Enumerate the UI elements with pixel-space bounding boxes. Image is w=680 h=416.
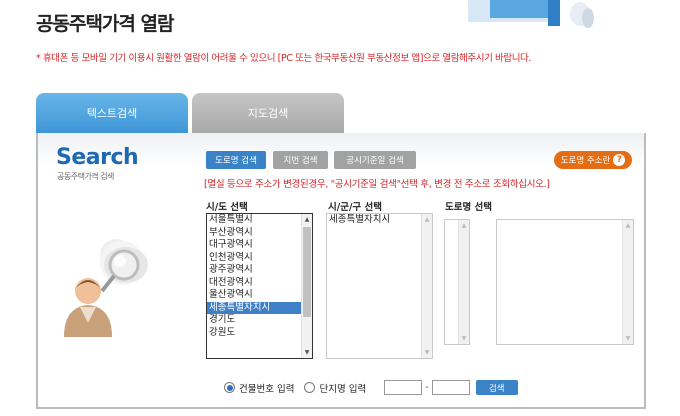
sido-scrollbar[interactable]: ▲ ▼	[301, 214, 312, 358]
scroll-thumb[interactable]	[303, 227, 311, 317]
road-initial-listbox[interactable]: ▲ ▼	[444, 219, 470, 345]
sido-option[interactable]: 대구광역시	[207, 239, 312, 252]
scroll-down-icon[interactable]: ▼	[623, 333, 633, 344]
scroll-up-icon[interactable]: ▲	[623, 220, 633, 231]
scroll-up-icon[interactable]: ▲	[459, 220, 469, 231]
road-label: 도로명 선택	[445, 202, 493, 213]
help-icon: ?	[613, 154, 626, 166]
sido-option[interactable]: 부산광역시	[207, 227, 312, 240]
building-sub-number-input[interactable]	[431, 380, 470, 395]
building-number-radio[interactable]	[224, 382, 235, 393]
scroll-down-icon[interactable]: ▼	[459, 333, 469, 344]
tab-text-search[interactable]: 텍스트검색	[36, 93, 188, 133]
base-date-search-button[interactable]: 공시기준일 검색	[334, 151, 416, 169]
sido-label: 시/도 선택	[206, 202, 248, 213]
sido-option[interactable]: 인천광역시	[207, 252, 312, 265]
lot-number-search-button[interactable]: 지번 검색	[273, 151, 328, 169]
road-name-scrollbar[interactable]: ▲ ▼	[622, 220, 633, 344]
sido-option[interactable]: 서울특별시	[207, 214, 312, 227]
sigungu-option[interactable]: 세종특별자치시	[327, 214, 432, 227]
tab-map-search[interactable]: 지도검색	[192, 93, 344, 133]
road-name-search-button[interactable]: 도로명 검색	[206, 151, 266, 169]
sido-option[interactable]: 광주광역시	[207, 264, 312, 277]
building-main-number-input[interactable]	[384, 380, 423, 395]
sido-option[interactable]: 경기도	[207, 314, 312, 327]
road-address-lookup-button[interactable]: 도로명 주소란 ?	[554, 151, 632, 169]
search-button[interactable]: 검색	[475, 380, 518, 395]
sido-option-selected[interactable]: 세종특별자치시	[207, 301, 312, 314]
address-change-help-text: [멸실 등으로 주소가 변경된경우, "공시기준일 검색"선택 후, 변경 전 …	[204, 179, 550, 190]
scroll-up-icon[interactable]: ▲	[422, 214, 432, 225]
complex-name-label: 단지명 입력	[319, 383, 367, 395]
mobile-notice: * 휴대폰 등 모바일 기기 이용시 원활한 열람이 어려울 수 있으니 [PC…	[36, 53, 532, 64]
building-number-label: 건물번호 입력	[239, 383, 295, 395]
person-magnifier-illustration	[64, 239, 148, 337]
road-name-listbox[interactable]: ▲ ▼	[496, 219, 634, 345]
sido-option[interactable]: 울산광역시	[207, 289, 312, 302]
search-logo: Search	[56, 145, 139, 170]
sigungu-scrollbar[interactable]: ▲ ▼	[421, 214, 432, 358]
search-subtitle: 공동주택가격 검색	[57, 172, 114, 181]
page-title: 공동주택가격 열람	[36, 13, 174, 35]
scroll-down-icon[interactable]: ▼	[302, 347, 312, 358]
header-illustration	[430, 0, 600, 28]
search-panel: Search 공동주택가격 검색 도로명 검색 지번 검색 공시기준일 검색 도…	[36, 133, 646, 409]
dash-separator: -	[425, 382, 429, 393]
scroll-up-icon[interactable]: ▲	[302, 214, 312, 225]
search-input-row: 건물번호 입력 단지명 입력 - 검색	[224, 380, 518, 395]
complex-name-radio[interactable]	[304, 382, 316, 393]
sido-option[interactable]: 강원도	[207, 327, 312, 340]
road-address-lookup-label: 도로명 주소란	[560, 156, 611, 166]
search-box: Search 공동주택가격 검색 도로명 검색 지번 검색 공시기준일 검색 도…	[38, 133, 644, 407]
road-initial-scrollbar[interactable]: ▲ ▼	[458, 220, 469, 344]
sido-option[interactable]: 대전광역시	[207, 277, 312, 290]
sigungu-listbox[interactable]: 세종특별자치시 ▲ ▼	[326, 213, 433, 359]
sido-listbox[interactable]: 서울특별시 부산광역시 대구광역시 인천광역시 광주광역시 대전광역시 울산광역…	[206, 213, 313, 359]
scroll-down-icon[interactable]: ▼	[422, 347, 432, 358]
sigungu-label: 시/군/구 선택	[328, 202, 382, 213]
